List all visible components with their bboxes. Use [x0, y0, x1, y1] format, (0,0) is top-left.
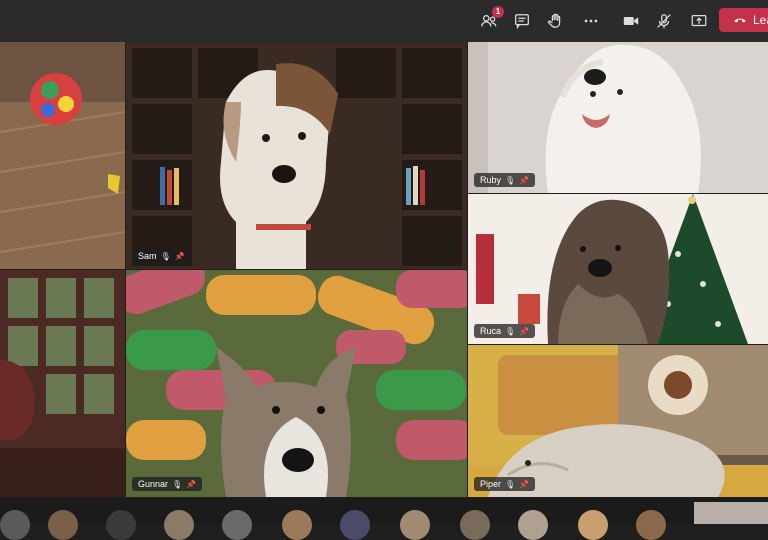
video-feed	[126, 270, 467, 497]
video-tile-piper[interactable]: Piper 🎙 📌	[468, 345, 768, 497]
video-tile-ruby[interactable]: Ruby 🎙 📌	[468, 42, 768, 193]
participant-name: Gunnar	[138, 479, 169, 489]
video-feed	[0, 42, 125, 269]
participant-thumbnail[interactable]	[518, 510, 548, 540]
mic-off-icon: 🎙	[172, 479, 183, 489]
participant-name: Ruca	[480, 326, 502, 336]
mic-button[interactable]	[651, 8, 677, 34]
pin-icon: 📌	[519, 479, 530, 489]
hand-icon	[547, 13, 561, 28]
participant-thumbnail[interactable]	[400, 510, 430, 540]
video-grid: Sam 🎙 📌 Ruby 🎙 📌 Ruca 🎙 📌 Gunnar 🎙 📌 Pip…	[0, 42, 768, 498]
share-screen-button[interactable]	[686, 8, 712, 34]
participants-button[interactable]: 1	[476, 6, 504, 34]
participant-thumbnail[interactable]	[106, 510, 136, 540]
participant-thumbnail[interactable]	[0, 510, 30, 540]
camera-button[interactable]	[618, 8, 644, 34]
pin-icon: 📌	[186, 479, 197, 489]
phone-hangup-icon	[734, 18, 746, 23]
pin-icon: 📌	[519, 175, 530, 185]
share-icon	[691, 14, 707, 27]
mic-off-icon	[657, 14, 671, 29]
participant-name: Sam	[138, 251, 157, 261]
more-options-button[interactable]	[578, 8, 604, 34]
self-preview[interactable]	[694, 502, 768, 524]
participant-nametag: Ruby 🎙 📌	[474, 173, 536, 187]
participant-name: Ruby	[480, 175, 502, 185]
participant-name: Piper	[480, 479, 502, 489]
video-feed	[468, 42, 768, 193]
participant-thumbnail[interactable]	[636, 510, 666, 540]
video-feed	[468, 194, 768, 344]
video-feed	[0, 270, 125, 497]
raise-hand-button[interactable]	[543, 8, 569, 34]
mic-off-icon: 🎙	[505, 175, 516, 185]
mic-off-icon: 🎙	[505, 479, 516, 489]
participant-nametag: Sam 🎙 📌	[132, 249, 191, 263]
participant-thumbnail[interactable]	[340, 510, 370, 540]
video-tile-partial-left-bottom[interactable]	[0, 270, 125, 497]
video-feed	[468, 345, 768, 497]
pin-icon: 📌	[519, 326, 530, 336]
video-tile-gunnar[interactable]: Gunnar 🎙 📌	[126, 270, 467, 497]
video-tile-ruca[interactable]: Ruca 🎙 📌	[468, 194, 768, 344]
participant-nametag: Gunnar 🎙 📌	[132, 477, 203, 491]
video-tile-sam[interactable]: Sam 🎙 📌	[126, 42, 467, 269]
more-icon	[584, 19, 598, 23]
participant-nametag: Ruca 🎙 📌	[474, 324, 536, 338]
meeting-toolbar: 1 Leave	[0, 0, 768, 42]
leave-button[interactable]: Leave	[719, 8, 768, 32]
participants-badge: 1	[492, 6, 504, 18]
pin-icon: 📌	[174, 251, 185, 261]
participant-thumbnail[interactable]	[164, 510, 194, 540]
participant-thumbnail[interactable]	[460, 510, 490, 540]
mic-off-icon: 🎙	[505, 326, 516, 336]
leave-label: Leave	[753, 13, 768, 27]
participant-thumbnail[interactable]	[48, 510, 78, 540]
participant-thumbnail[interactable]	[578, 510, 608, 540]
participant-thumbnail-strip	[0, 498, 768, 540]
camera-icon	[623, 16, 639, 26]
mic-off-icon: 🎙	[160, 251, 171, 261]
video-feed	[126, 42, 467, 269]
video-tile-partial-left-top[interactable]	[0, 42, 125, 269]
participant-nametag: Piper 🎙 📌	[474, 477, 536, 491]
chat-icon	[515, 14, 529, 30]
chat-button[interactable]	[509, 8, 535, 34]
participant-thumbnail[interactable]	[222, 510, 252, 540]
participant-thumbnail[interactable]	[282, 510, 312, 540]
